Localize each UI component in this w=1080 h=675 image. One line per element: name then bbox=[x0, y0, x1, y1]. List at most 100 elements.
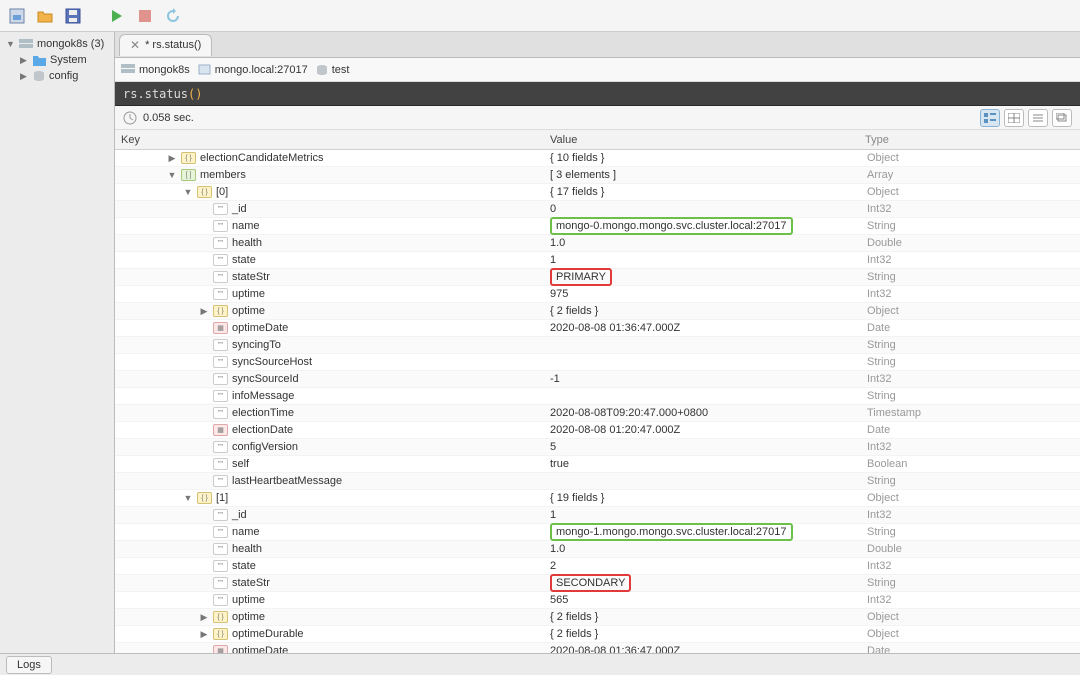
sidebar-item-config[interactable]: ▶ config bbox=[0, 68, 114, 84]
grid-row[interactable]: ""selftrueBoolean bbox=[115, 456, 1080, 473]
expand-toggle[interactable]: ▼ bbox=[183, 493, 193, 503]
breadcrumb-db[interactable]: test bbox=[316, 64, 350, 76]
row-key: name bbox=[232, 220, 260, 232]
grid-row[interactable]: ""state1Int32 bbox=[115, 252, 1080, 269]
grid-row[interactable]: ""lastHeartbeatMessageString bbox=[115, 473, 1080, 490]
view-json-button[interactable] bbox=[1028, 109, 1048, 127]
expand-toggle[interactable]: ▼ bbox=[183, 187, 193, 197]
row-value: { 17 fields } bbox=[550, 186, 865, 198]
grid-row[interactable]: ▶{ }optime{ 2 fields }Object bbox=[115, 609, 1080, 626]
row-key: optimeDurable bbox=[232, 628, 304, 640]
grid-row[interactable]: ""health1.0Double bbox=[115, 235, 1080, 252]
logs-tab[interactable]: Logs bbox=[6, 656, 52, 674]
row-key: optime bbox=[232, 305, 265, 317]
field-icon: "" bbox=[213, 288, 228, 300]
row-type: Double bbox=[865, 237, 1080, 249]
expand-toggle[interactable]: ▼ bbox=[167, 170, 177, 180]
grid-row[interactable]: ""health1.0Double bbox=[115, 541, 1080, 558]
save-icon[interactable] bbox=[64, 7, 82, 25]
grid-row[interactable]: ""configVersion5Int32 bbox=[115, 439, 1080, 456]
row-value: [ 3 elements ] bbox=[550, 169, 865, 181]
object-icon: { } bbox=[197, 186, 212, 198]
grid-row[interactable]: ""syncingToString bbox=[115, 337, 1080, 354]
breadcrumb: mongok8s mongo.local:27017 test bbox=[115, 58, 1080, 82]
view-tree-button[interactable] bbox=[980, 109, 1000, 127]
row-type: Int32 bbox=[865, 254, 1080, 266]
chevron-down-icon: ▼ bbox=[6, 39, 15, 49]
grid-row[interactable]: ▼[ ]members[ 3 elements ]Array bbox=[115, 167, 1080, 184]
field-icon: "" bbox=[213, 475, 228, 487]
grid-row[interactable]: ▼{ }[0]{ 17 fields }Object bbox=[115, 184, 1080, 201]
grid-row[interactable]: ▼{ }[1]{ 19 fields }Object bbox=[115, 490, 1080, 507]
field-icon: "" bbox=[213, 373, 228, 385]
grid-row[interactable]: ▦optimeDate2020-08-08 01:36:47.000ZDate bbox=[115, 643, 1080, 653]
row-value: { 2 fields } bbox=[550, 628, 865, 640]
grid-row[interactable]: ▶ { } optimeDurable { 2 fields }Object bbox=[115, 626, 1080, 643]
grid-row[interactable]: ▦electionDate2020-08-08 01:20:47.000ZDat… bbox=[115, 422, 1080, 439]
grid-row[interactable]: ""stateStrSECONDARYString bbox=[115, 575, 1080, 592]
grid-row[interactable]: ▶{ }optime{ 2 fields }Object bbox=[115, 303, 1080, 320]
folder-icon bbox=[33, 55, 46, 66]
field-icon: "" bbox=[213, 237, 228, 249]
grid-row[interactable]: ""uptime565Int32 bbox=[115, 592, 1080, 609]
expand-toggle[interactable]: ▶ bbox=[199, 306, 209, 317]
breadcrumb-server-label: mongok8s bbox=[139, 64, 190, 76]
breadcrumb-server[interactable]: mongok8s bbox=[121, 64, 190, 76]
expand-toggle[interactable]: ▶ bbox=[167, 153, 177, 164]
grid-row[interactable]: ""syncSourceId-1Int32 bbox=[115, 371, 1080, 388]
date-icon: ▦ bbox=[213, 322, 228, 334]
object-icon: { } bbox=[213, 628, 228, 640]
grid-row[interactable]: ▶{ }electionCandidateMetrics{ 10 fields … bbox=[115, 150, 1080, 167]
sidebar-root[interactable]: ▼ mongok8s (3) bbox=[0, 36, 114, 52]
breadcrumb-host-label: mongo.local:27017 bbox=[215, 64, 308, 76]
sidebar-item-system[interactable]: ▶ System bbox=[0, 52, 114, 68]
clock-icon bbox=[123, 111, 137, 125]
date-icon: ▦ bbox=[213, 424, 228, 436]
row-value: { 19 fields } bbox=[550, 492, 865, 504]
grid-row[interactable]: ▦optimeDate2020-08-08 01:36:47.000ZDate bbox=[115, 320, 1080, 337]
column-value[interactable]: Value bbox=[550, 130, 865, 149]
object-icon: { } bbox=[213, 305, 228, 317]
row-key: configVersion bbox=[232, 441, 298, 453]
command-bar[interactable]: rs.status() bbox=[115, 82, 1080, 106]
row-key: optime bbox=[232, 611, 265, 623]
row-type: Date bbox=[865, 645, 1080, 653]
row-key: syncSourceHost bbox=[232, 356, 312, 368]
field-icon: "" bbox=[213, 458, 228, 470]
run-icon[interactable] bbox=[108, 7, 126, 25]
view-table-button[interactable] bbox=[1004, 109, 1024, 127]
tab-rsstatus[interactable]: ✕ * rs.status() bbox=[119, 34, 212, 56]
refresh-icon[interactable] bbox=[164, 7, 182, 25]
close-icon[interactable]: ✕ bbox=[130, 38, 140, 52]
row-type: Object bbox=[865, 305, 1080, 317]
stop-icon[interactable] bbox=[136, 7, 154, 25]
grid-row[interactable]: ""namemongo-0.mongo.mongo.svc.cluster.lo… bbox=[115, 218, 1080, 235]
row-key: health bbox=[232, 543, 262, 555]
column-key[interactable]: Key bbox=[115, 130, 550, 149]
field-icon: "" bbox=[213, 594, 228, 606]
popout-button[interactable] bbox=[1052, 109, 1072, 127]
grid-row[interactable]: ""syncSourceHostString bbox=[115, 354, 1080, 371]
grid-row[interactable]: ""_id1Int32 bbox=[115, 507, 1080, 524]
sidebar-root-label: mongok8s (3) bbox=[37, 38, 104, 50]
grid-row[interactable]: ""stateStrPRIMARYString bbox=[115, 269, 1080, 286]
open-icon[interactable] bbox=[36, 7, 54, 25]
grid-row[interactable]: ""_id0Int32 bbox=[115, 201, 1080, 218]
grid-row[interactable]: ""electionTime2020-08-08T09:20:47.000+08… bbox=[115, 405, 1080, 422]
connect-icon[interactable] bbox=[8, 7, 26, 25]
row-type: Object bbox=[865, 628, 1080, 640]
field-icon: "" bbox=[213, 220, 228, 232]
expand-toggle[interactable]: ▶ bbox=[199, 612, 209, 623]
row-type: Double bbox=[865, 543, 1080, 555]
grid-row[interactable]: ""namemongo-1.mongo.mongo.svc.cluster.lo… bbox=[115, 524, 1080, 541]
breadcrumb-host[interactable]: mongo.local:27017 bbox=[198, 64, 308, 76]
row-key: electionCandidateMetrics bbox=[200, 152, 324, 164]
grid-body[interactable]: ▶{ }electionCandidateMetrics{ 10 fields … bbox=[115, 150, 1080, 653]
grid-row[interactable]: ""uptime975Int32 bbox=[115, 286, 1080, 303]
grid-row[interactable]: ""state2Int32 bbox=[115, 558, 1080, 575]
row-key: members bbox=[200, 169, 246, 181]
expand-toggle[interactable]: ▶ bbox=[199, 629, 209, 640]
grid-row[interactable]: ""infoMessageString bbox=[115, 388, 1080, 405]
row-type: String bbox=[865, 390, 1080, 402]
column-type[interactable]: Type bbox=[865, 130, 1080, 149]
